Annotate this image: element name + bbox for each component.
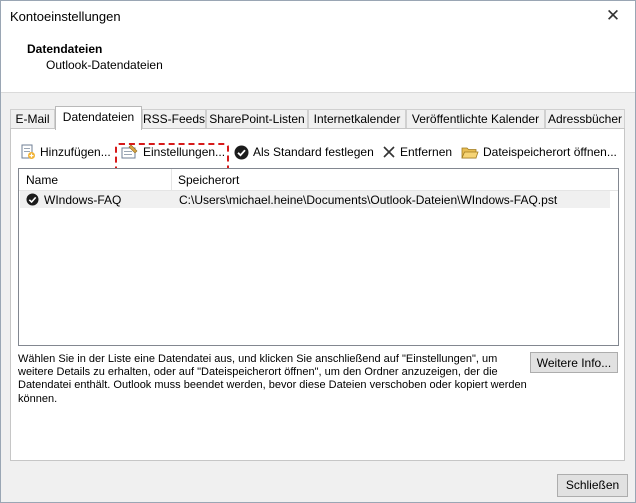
folder-icon <box>461 147 479 158</box>
default-check-icon <box>26 193 39 206</box>
data-files-list[interactable]: Name Speicherort WIndows-FAQ C:\Users\mi… <box>18 168 619 346</box>
set-default-button[interactable]: Als Standard festlegen <box>234 142 374 162</box>
settings-button-label: Einstellungen... <box>143 145 226 159</box>
tab-internet-calendars[interactable]: Internetkalender <box>308 109 406 129</box>
tab-published-calendars[interactable]: Veröffentlichte Kalender <box>406 109 545 129</box>
remove-button[interactable]: Entfernen <box>382 142 452 162</box>
column-divider <box>171 169 172 190</box>
list-header: Name Speicherort <box>19 169 618 191</box>
set-default-button-label: Als Standard festlegen <box>253 145 374 159</box>
settings-file-icon <box>121 144 138 159</box>
check-circle-icon <box>234 145 249 159</box>
close-icon[interactable]: ✕ <box>605 6 621 26</box>
header-title: Datendateien <box>27 42 103 56</box>
add-file-icon <box>21 144 35 159</box>
add-button-label: Hinzufügen... <box>40 145 111 159</box>
tab-email[interactable]: E-Mail <box>10 109 55 129</box>
dialog-header: Datendateien Outlook-Datendateien <box>1 32 635 93</box>
close-button[interactable]: Schließen <box>557 474 628 497</box>
remove-x-icon <box>383 146 395 158</box>
account-settings-dialog: Kontoeinstellungen ✕ Datendateien Outloo… <box>0 0 636 503</box>
settings-button[interactable]: Einstellungen... <box>121 142 225 162</box>
file-name: WIndows-FAQ <box>44 193 122 207</box>
more-info-button[interactable]: Weitere Info... <box>530 352 618 373</box>
column-header-name[interactable]: Name <box>26 173 58 187</box>
column-header-location[interactable]: Speicherort <box>178 173 239 187</box>
data-files-panel: Hinzufügen... Einstellungen... Als Stand… <box>10 128 625 461</box>
remove-button-label: Entfernen <box>400 145 453 159</box>
list-item[interactable]: WIndows-FAQ C:\Users\michael.heine\Docum… <box>20 191 610 208</box>
header-subtitle: Outlook-Datendateien <box>46 58 163 72</box>
window-title: Kontoeinstellungen <box>10 9 121 24</box>
tab-rss-feeds[interactable]: RSS-Feeds <box>142 109 206 129</box>
help-text: Wählen Sie in der Liste eine Datendatei … <box>18 353 527 405</box>
tab-address-books[interactable]: Adressbücher <box>545 109 625 129</box>
open-location-button-label: Dateispeicherort öffnen... <box>483 145 617 159</box>
toolbar: Hinzufügen... Einstellungen... Als Stand… <box>11 137 624 175</box>
tab-data-files[interactable]: Datendateien <box>55 106 142 130</box>
title-bar: Kontoeinstellungen ✕ <box>1 1 635 32</box>
tab-sharepoint-lists[interactable]: SharePoint-Listen <box>206 109 308 129</box>
add-button[interactable]: Hinzufügen... <box>20 142 111 162</box>
open-location-button[interactable]: Dateispeicherort öffnen... <box>461 142 617 162</box>
file-location: C:\Users\michael.heine\Documents\Outlook… <box>179 193 558 207</box>
